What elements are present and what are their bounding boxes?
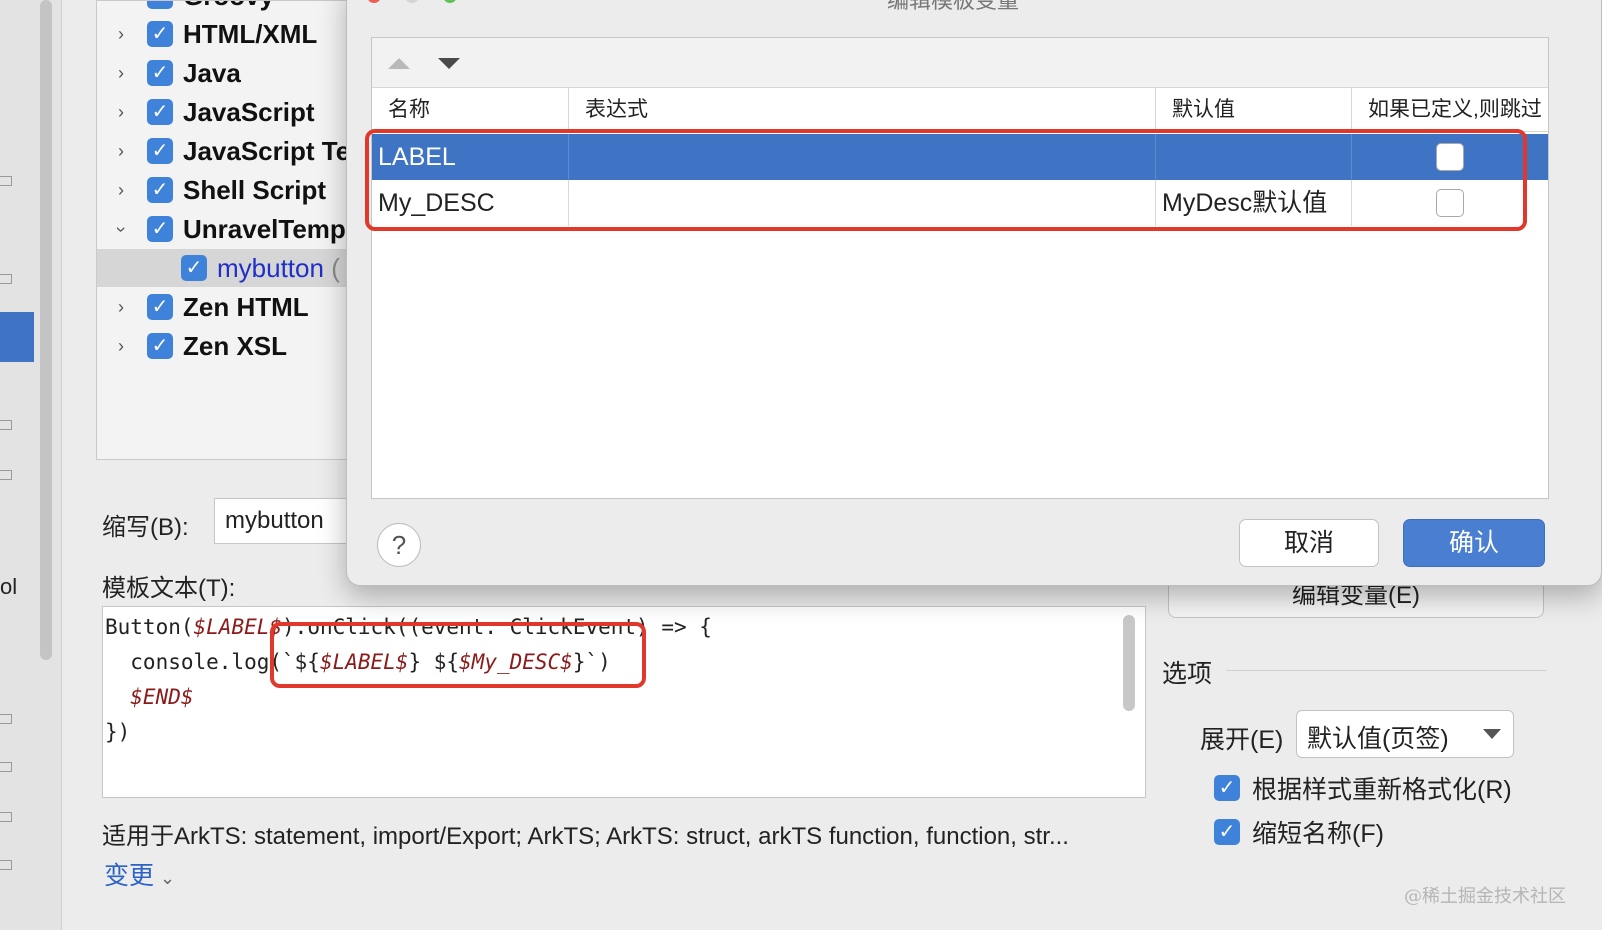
zoom-window-icon[interactable] bbox=[443, 0, 457, 3]
expand-with-value: 默认值(页签) bbox=[1307, 725, 1449, 753]
tree-item-label: Shell Script bbox=[183, 174, 327, 205]
tree-item-label: Zen XSL bbox=[183, 330, 288, 361]
checkbox-checked-icon[interactable]: ✓ bbox=[147, 177, 173, 203]
tree-item-html-xml[interactable]: › ✓ HTML/XML bbox=[97, 15, 365, 53]
tree-item-javascript-testing[interactable]: › ✓ JavaScript Te bbox=[97, 132, 365, 170]
checkbox-checked-icon[interactable]: ✓ bbox=[147, 60, 173, 86]
checkbox-checked-icon[interactable]: ✓ bbox=[147, 138, 173, 164]
tree-item-label: HTML/XML bbox=[183, 18, 318, 49]
template-description: ( bbox=[331, 252, 340, 283]
code-text: }) bbox=[105, 720, 131, 744]
tree-item-mybutton[interactable]: ✓ mybutton ( bbox=[97, 249, 365, 287]
dialog-title: 编辑模板变量 bbox=[887, 0, 1020, 13]
code-line: }) bbox=[105, 720, 130, 744]
chevron-down-icon[interactable]: › bbox=[111, 221, 132, 237]
collapsed-item-icon[interactable] bbox=[0, 812, 12, 822]
left-scrollbar[interactable] bbox=[40, 0, 52, 660]
reformat-option[interactable]: ✓ 根据样式重新格式化(R) bbox=[1214, 770, 1512, 806]
chevron-right-icon[interactable]: › bbox=[113, 297, 129, 318]
collapsed-item-icon[interactable] bbox=[0, 470, 12, 480]
editor-scrollbar[interactable] bbox=[1123, 615, 1135, 711]
checkbox-checked-icon[interactable]: ✓ bbox=[147, 294, 173, 320]
chevron-right-icon[interactable]: › bbox=[113, 1, 129, 7]
template-variable: $LABEL$ bbox=[193, 615, 283, 639]
tree-item-javascript[interactable]: › ✓ JavaScript bbox=[97, 93, 365, 131]
checkbox-checked-icon[interactable]: ✓ bbox=[1214, 775, 1240, 801]
chevron-right-icon[interactable]: › bbox=[113, 102, 129, 123]
variables-table: 名称 表达式 默认值 如果已定义,则跳过 LABEL My_DESC MyDes… bbox=[371, 37, 1549, 499]
collapsed-item-icon[interactable] bbox=[0, 274, 12, 284]
expand-with-select[interactable]: 默认值(页签) bbox=[1296, 710, 1514, 758]
applicable-contexts-text: 适用于ArkTS: statement, import/Export; ArkT… bbox=[102, 823, 1069, 850]
collapsed-item-icon[interactable] bbox=[0, 714, 12, 724]
partial-text: ol bbox=[0, 574, 18, 599]
tree-item-groovy[interactable]: › ✓ Groovy bbox=[97, 1, 365, 15]
shorten-names-option[interactable]: ✓ 缩短名称(F) bbox=[1214, 814, 1384, 850]
tree-item-zen-xsl[interactable]: › ✓ Zen XSL bbox=[97, 327, 365, 365]
tree-item-label: Groovy bbox=[183, 1, 274, 12]
template-variable: $END$ bbox=[105, 685, 194, 709]
checkbox-checked-icon[interactable]: ✓ bbox=[181, 255, 207, 281]
column-header-default[interactable]: 默认值 bbox=[1156, 88, 1352, 132]
move-up-icon[interactable] bbox=[388, 58, 410, 69]
column-header-expression[interactable]: 表达式 bbox=[569, 88, 1156, 132]
help-button[interactable]: ? bbox=[377, 523, 421, 567]
collapsed-item-icon[interactable] bbox=[0, 420, 12, 430]
ok-button[interactable]: 确认 bbox=[1403, 519, 1545, 567]
reformat-label: 根据样式重新格式化(R) bbox=[1252, 776, 1512, 804]
tree-item-label: JavaScript bbox=[183, 96, 315, 127]
options-divider bbox=[1226, 670, 1546, 671]
shorten-label: 缩短名称(F) bbox=[1252, 820, 1384, 848]
chevron-right-icon[interactable]: › bbox=[113, 63, 129, 84]
tree-item-zen-html[interactable]: › ✓ Zen HTML bbox=[97, 288, 365, 326]
chevron-down-icon: ⌄ bbox=[160, 868, 176, 888]
abbreviation-label: 缩写(B): bbox=[102, 514, 189, 541]
tree-item-label: UnravelTempl bbox=[183, 213, 354, 244]
dropdown-arrow-icon bbox=[1483, 729, 1501, 739]
code-line: $END$ bbox=[105, 685, 194, 709]
collapsed-item-icon[interactable] bbox=[0, 762, 12, 772]
left-sidebar-strip: ol bbox=[0, 0, 62, 930]
collapsed-item-icon[interactable] bbox=[0, 860, 12, 870]
move-down-icon[interactable] bbox=[438, 58, 460, 69]
collapsed-item-icon[interactable] bbox=[0, 176, 12, 186]
annotation-highlight-code bbox=[270, 622, 646, 688]
change-contexts-link[interactable]: 变更 ⌄ bbox=[104, 856, 175, 892]
tree-item-label: JavaScript Te bbox=[183, 135, 351, 166]
tree-item-java[interactable]: › ✓ Java bbox=[97, 54, 365, 92]
column-header-name[interactable]: 名称 bbox=[372, 88, 569, 132]
cancel-button[interactable]: 取消 bbox=[1239, 519, 1379, 567]
template-text-label: 模板文本(T): bbox=[102, 575, 236, 602]
chevron-right-icon[interactable]: › bbox=[113, 141, 129, 162]
watermark: @稀土掘金技术社区 bbox=[1404, 886, 1566, 907]
chevron-right-icon[interactable]: › bbox=[113, 180, 129, 201]
code-text: Button( bbox=[105, 615, 194, 639]
tree-item-label: mybutton ( bbox=[217, 253, 340, 284]
close-window-icon[interactable] bbox=[367, 0, 381, 3]
options-section-title: 选项 bbox=[1162, 660, 1213, 688]
expand-with-label: 展开(E) bbox=[1200, 726, 1284, 754]
left-selected-marker bbox=[0, 312, 34, 362]
tree-item-label: Java bbox=[183, 57, 241, 88]
minimize-window-icon[interactable] bbox=[405, 0, 419, 3]
table-header: 名称 表达式 默认值 如果已定义,则跳过 bbox=[372, 88, 1548, 132]
checkbox-checked-icon[interactable]: ✓ bbox=[147, 216, 173, 242]
checkbox-checked-icon[interactable]: ✓ bbox=[147, 99, 173, 125]
template-group-tree: › ✓ Groovy › ✓ HTML/XML › ✓ Java › ✓ Jav… bbox=[96, 0, 366, 460]
change-link-label: 变更 bbox=[104, 862, 155, 890]
chevron-right-icon[interactable]: › bbox=[113, 24, 129, 45]
checkbox-checked-icon[interactable]: ✓ bbox=[147, 1, 173, 9]
table-toolbar bbox=[372, 38, 1548, 88]
tree-item-label: Zen HTML bbox=[183, 291, 309, 322]
column-header-skip[interactable]: 如果已定义,则跳过 bbox=[1352, 88, 1548, 132]
template-name: mybutton bbox=[217, 252, 324, 283]
tree-item-shell-script[interactable]: › ✓ Shell Script bbox=[97, 171, 365, 209]
checkbox-checked-icon[interactable]: ✓ bbox=[1214, 819, 1240, 845]
checkbox-checked-icon[interactable]: ✓ bbox=[147, 333, 173, 359]
tree-item-unraveltemplate[interactable]: › ✓ UnravelTempl bbox=[97, 210, 365, 248]
annotation-highlight-rows bbox=[365, 129, 1527, 231]
chevron-right-icon[interactable]: › bbox=[113, 336, 129, 357]
checkbox-checked-icon[interactable]: ✓ bbox=[147, 21, 173, 47]
edit-template-variables-dialog: 编辑模板变量 名称 表达式 默认值 如果已定义,则跳过 LABEL My_DES… bbox=[346, 0, 1602, 586]
